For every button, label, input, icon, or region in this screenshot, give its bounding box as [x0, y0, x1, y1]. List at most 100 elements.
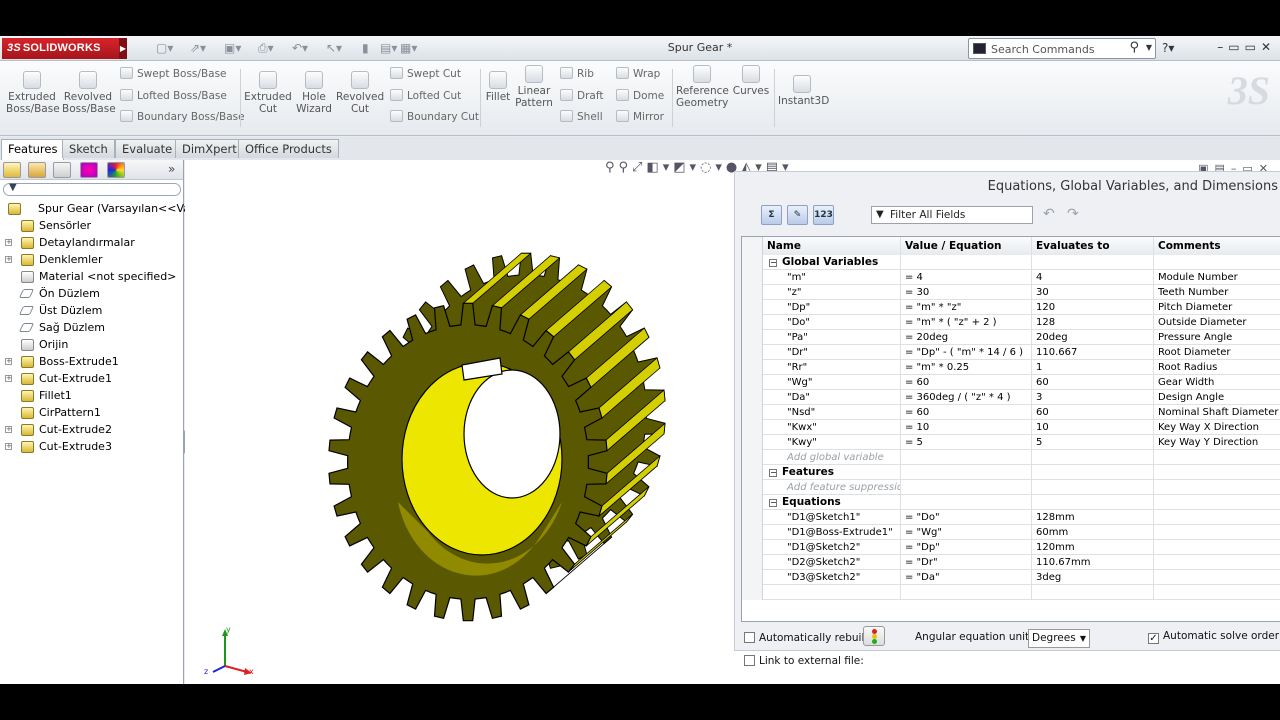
name-cell[interactable]: "Nsd"	[763, 405, 901, 420]
lofted-boss-button[interactable]: Lofted Boss/Base	[120, 89, 227, 102]
menu-expand-arrow[interactable]: ▶	[119, 38, 127, 59]
tree-item[interactable]: + Denklemler	[0, 251, 183, 268]
table-cell[interactable]	[763, 585, 901, 600]
value-cell[interactable]: = "m" * ( "z" + 2 )	[901, 315, 1032, 330]
comment-cell[interactable]: Pitch Diameter	[1154, 300, 1280, 315]
add-row[interactable]: Add global variable	[742, 450, 1280, 465]
comment-cell[interactable]: Teeth Number	[1154, 285, 1280, 300]
evaluates-cell[interactable]: 10	[1032, 420, 1154, 435]
evaluates-cell[interactable]: 120	[1032, 300, 1154, 315]
rebuild-icon[interactable]: ▮	[362, 41, 369, 57]
tree-item[interactable]: Sağ Düzlem	[0, 319, 183, 336]
table-cell[interactable]	[901, 585, 1032, 600]
boundary-boss-button[interactable]: Boundary Boss/Base	[120, 110, 245, 123]
table-cell[interactable]	[901, 495, 1032, 510]
table-row[interactable]: "m" = 4 4 Module Number	[742, 270, 1280, 285]
value-cell[interactable]: = "Da"	[901, 570, 1032, 585]
collapse-icon[interactable]: −	[769, 499, 777, 507]
expand-icon[interactable]: +	[5, 256, 12, 263]
dimension-view-icon[interactable]: 123	[813, 205, 834, 225]
value-cell[interactable]: = "m" * "z"	[901, 300, 1032, 315]
configuration-manager-icon[interactable]	[53, 162, 71, 178]
table-row[interactable]: "Rr" = "m" * 0.25 1 Root Radius	[742, 360, 1280, 375]
column-name[interactable]: Name	[763, 237, 901, 255]
table-row[interactable]: "Dr" = "Dp" - ( "m" * 14 / 6 ) 110.667 Root…	[742, 345, 1280, 360]
evaluates-cell[interactable]: 128	[1032, 315, 1154, 330]
shell-button[interactable]: Shell	[560, 110, 603, 123]
column-evaluates[interactable]: Evaluates to	[1032, 237, 1154, 255]
select-icon[interactable]: ↖▾	[326, 41, 342, 57]
evaluates-cell[interactable]: 120mm	[1032, 540, 1154, 555]
collapse-icon[interactable]: −	[769, 259, 777, 267]
tree-item[interactable]: CirPattern1	[0, 404, 183, 421]
comment-cell[interactable]: Pressure Angle	[1154, 330, 1280, 345]
dimxpert-manager-icon[interactable]	[80, 162, 98, 178]
table-row[interactable]: "z" = 30 30 Teeth Number	[742, 285, 1280, 300]
tree-item[interactable]: Material <not specified>	[0, 268, 183, 285]
table-cell[interactable]	[1032, 465, 1154, 480]
rib-button[interactable]: Rib	[560, 67, 594, 80]
redo-icon[interactable]: ↷	[1067, 206, 1079, 222]
comment-cell[interactable]: Key Way Y Direction	[1154, 435, 1280, 450]
comment-cell[interactable]	[1154, 525, 1280, 540]
expand-icon[interactable]: +	[5, 426, 12, 433]
evaluates-cell[interactable]: 110.67mm	[1032, 555, 1154, 570]
evaluates-cell[interactable]: 20deg	[1032, 330, 1154, 345]
comment-cell[interactable]: Gear Width	[1154, 375, 1280, 390]
comment-cell[interactable]: Design Angle	[1154, 390, 1280, 405]
table-cell[interactable]	[901, 480, 1032, 495]
table-row[interactable]: "D3@Sketch2" = "Da" 3deg	[742, 570, 1280, 585]
table-cell[interactable]	[1032, 480, 1154, 495]
table-row[interactable]	[742, 585, 1280, 600]
table-cell[interactable]	[1154, 480, 1280, 495]
evaluates-cell[interactable]: 3deg	[1032, 570, 1154, 585]
tab-office-products[interactable]: Office Products	[238, 139, 339, 158]
open-icon[interactable]: ⇗▾	[190, 41, 206, 57]
section-row[interactable]: − Features	[742, 465, 1280, 480]
sketch-equation-view-icon[interactable]: ✎	[787, 205, 808, 225]
swept-cut-button[interactable]: Swept Cut	[390, 67, 461, 80]
tree-item[interactable]: + Boss-Extrude1	[0, 353, 183, 370]
draft-button[interactable]: Draft	[560, 89, 603, 102]
comment-cell[interactable]: Module Number	[1154, 270, 1280, 285]
name-cell[interactable]: "Kwy"	[763, 435, 901, 450]
comment-cell[interactable]: Root Radius	[1154, 360, 1280, 375]
undo-icon[interactable]: ↶	[1043, 206, 1055, 222]
name-cell[interactable]: "D2@Sketch2"	[763, 555, 901, 570]
evaluates-cell[interactable]: 60	[1032, 375, 1154, 390]
table-cell[interactable]	[901, 465, 1032, 480]
search-input[interactable]: Search Commands	[991, 43, 1095, 56]
value-cell[interactable]: = 360deg / ( "z" * 4 )	[901, 390, 1032, 405]
rebuild-traffic-light-icon[interactable]	[863, 626, 885, 646]
expand-icon[interactable]: +	[5, 375, 12, 382]
name-cell[interactable]: "Pa"	[763, 330, 901, 345]
table-row[interactable]: "Pa" = 20deg 20deg Pressure Angle	[742, 330, 1280, 345]
tree-item[interactable]: Üst Düzlem	[0, 302, 183, 319]
name-cell[interactable]: "Dp"	[763, 300, 901, 315]
dome-button[interactable]: Dome	[616, 89, 664, 102]
name-cell[interactable]: "Kwx"	[763, 420, 901, 435]
add-variable-cell[interactable]: Add global variable	[763, 450, 901, 465]
window-controls[interactable]: –▭▭✕	[1217, 40, 1276, 54]
value-cell[interactable]: = "Do"	[901, 510, 1032, 525]
section-header[interactable]: − Equations	[763, 495, 901, 510]
value-cell[interactable]: = 5	[901, 435, 1032, 450]
add-variable-cell[interactable]: Add feature suppression	[763, 480, 901, 495]
value-cell[interactable]: = 20deg	[901, 330, 1032, 345]
add-row[interactable]: Add feature suppression	[742, 480, 1280, 495]
expand-icon[interactable]: +	[5, 239, 12, 246]
fillet-button[interactable]: Fillet	[484, 71, 512, 103]
table-cell[interactable]	[1032, 450, 1154, 465]
section-header[interactable]: − Features	[763, 465, 901, 480]
search-icon[interactable]: ⚲	[1129, 40, 1139, 55]
expand-icon[interactable]: +	[5, 443, 12, 450]
panel-expand-icon[interactable]: »	[168, 162, 175, 176]
tree-item[interactable]: + Cut-Extrude1	[0, 370, 183, 387]
equation-view-icon[interactable]: Σ	[761, 205, 782, 225]
comment-cell[interactable]: Outside Diameter	[1154, 315, 1280, 330]
collapse-icon[interactable]: −	[769, 469, 777, 477]
help-icon[interactable]: ?▾	[1162, 41, 1174, 57]
name-cell[interactable]: "Da"	[763, 390, 901, 405]
table-cell[interactable]	[901, 255, 1032, 270]
table-cell[interactable]	[1154, 465, 1280, 480]
